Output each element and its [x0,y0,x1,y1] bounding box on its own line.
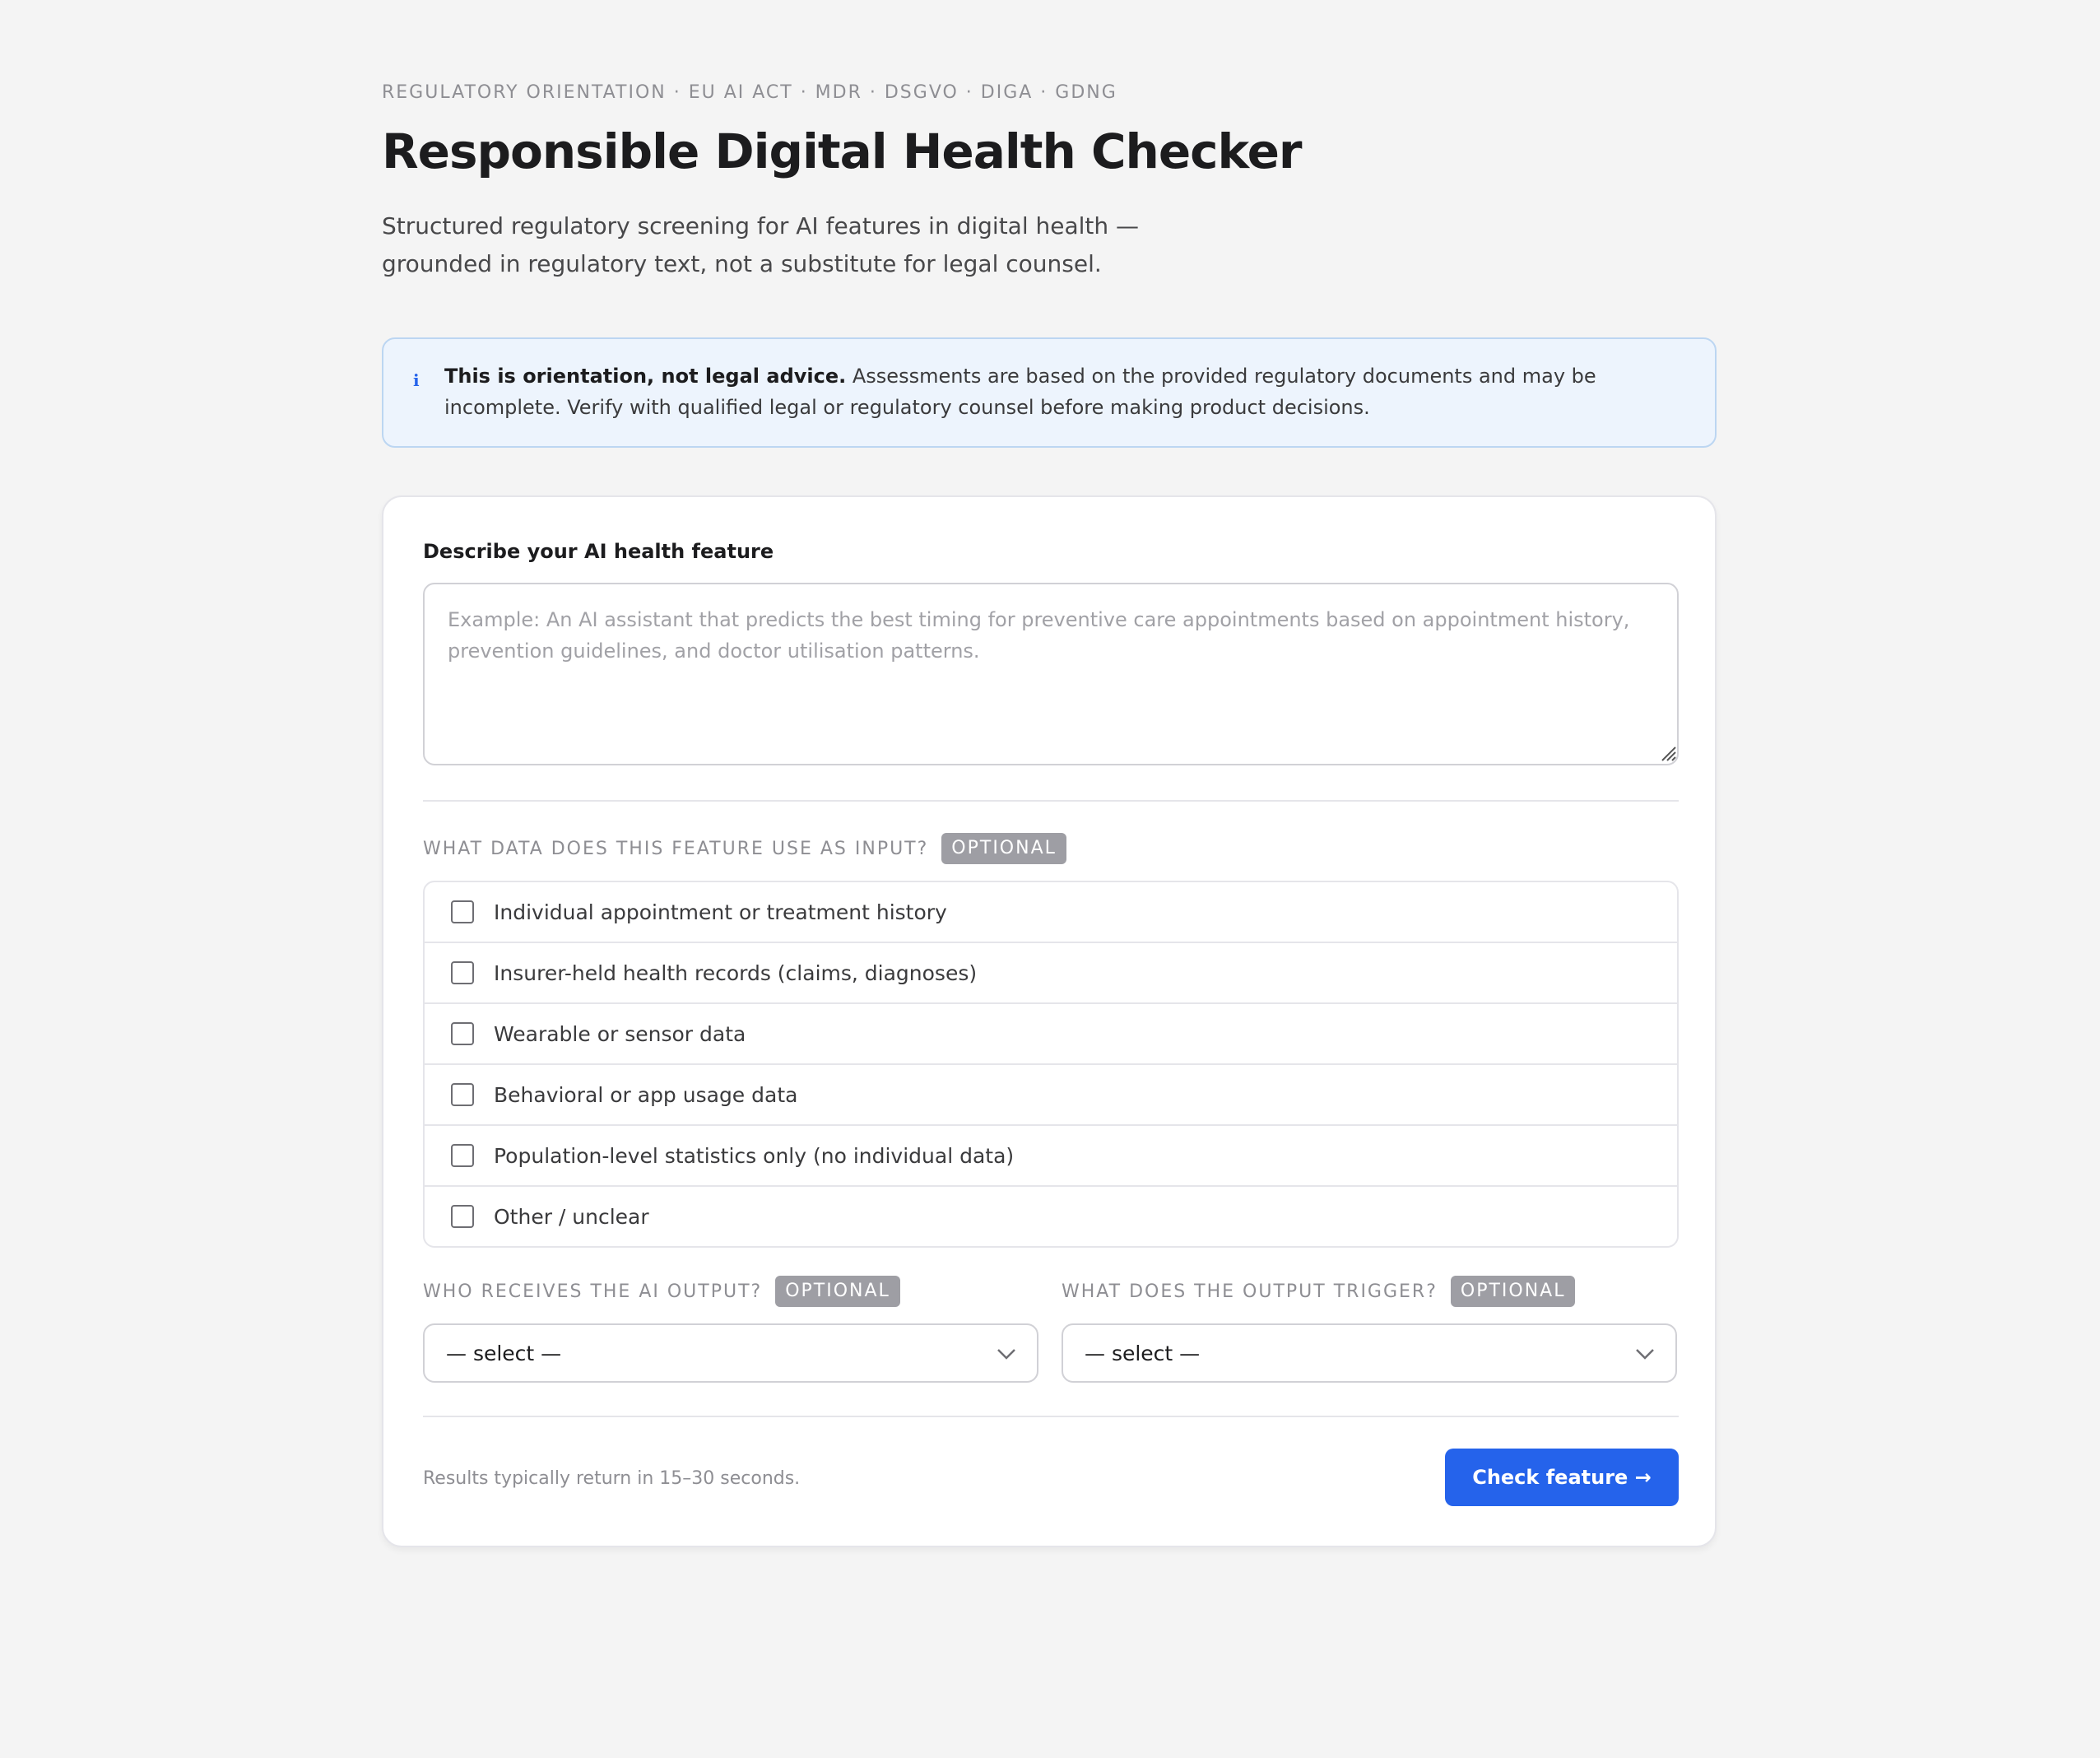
recipient-label: WHO RECEIVES THE AI OUTPUT? OPTIONAL [423,1276,900,1307]
chevron-down-icon [997,1349,1015,1360]
regulatory-eyebrow: REGULATORY ORIENTATION · EU AI ACT · MDR… [382,82,1117,103]
option-label: Wearable or sensor data [494,1021,746,1046]
trigger-select-value: — select — [1085,1341,1201,1365]
legal-notice: i This is orientation, not legal advice.… [382,337,1717,448]
option-behavioral-data[interactable]: Behavioral or app usage data [425,1063,1677,1124]
option-label: Behavioral or app usage data [494,1082,798,1107]
input-data-question: WHAT DATA DOES THIS FEATURE USE AS INPUT… [423,838,929,859]
chevron-down-icon [1636,1349,1654,1360]
checkbox[interactable] [451,1022,474,1045]
checkbox[interactable] [451,961,474,984]
info-icon: i [413,370,420,390]
page-title: Responsible Digital Health Checker [382,123,1303,179]
feature-form-card: Describe your AI health feature WHAT DAT… [382,495,1717,1547]
description-label: Describe your AI health feature [423,540,774,563]
optional-badge: OPTIONAL [941,833,1066,864]
check-feature-button[interactable]: Check feature → [1445,1449,1679,1506]
checkbox[interactable] [451,1083,474,1106]
checkbox[interactable] [451,1205,474,1228]
option-appointment-history[interactable]: Individual appointment or treatment hist… [425,882,1677,942]
divider [423,1416,1679,1417]
option-label: Insurer-held health records (claims, dia… [494,960,978,985]
trigger-question: WHAT DOES THE OUTPUT TRIGGER? [1062,1281,1438,1302]
input-data-label: WHAT DATA DOES THIS FEATURE USE AS INPUT… [423,833,1066,864]
trigger-label: WHAT DOES THE OUTPUT TRIGGER? OPTIONAL [1062,1276,1576,1307]
option-population-statistics[interactable]: Population-level statistics only (no ind… [425,1124,1677,1185]
recipient-question: WHO RECEIVES THE AI OUTPUT? [423,1281,763,1302]
optional-badge: OPTIONAL [1450,1276,1576,1307]
option-label: Individual appointment or treatment hist… [494,900,947,924]
recipient-select-value: — select — [446,1341,562,1365]
trigger-select[interactable]: — select — [1062,1323,1677,1383]
feature-description-textarea[interactable] [423,583,1679,765]
checkbox[interactable] [451,900,474,923]
resize-grip-icon[interactable] [1659,744,1677,762]
option-wearable-data[interactable]: Wearable or sensor data [425,1002,1677,1063]
option-label: Population-level statistics only (no ind… [494,1143,1015,1168]
response-time-note: Results typically return in 15–30 second… [423,1468,801,1489]
divider [423,800,1679,802]
notice-bold: This is orientation, not legal advice. [444,365,847,388]
option-other-unclear[interactable]: Other / unclear [425,1185,1677,1246]
notice-text: This is orientation, not legal advice. A… [444,360,1679,423]
option-label: Other / unclear [494,1204,649,1229]
page-subtitle: Structured regulatory screening for AI f… [382,212,1140,277]
input-data-options: Individual appointment or treatment hist… [423,881,1679,1248]
checkbox[interactable] [451,1144,474,1167]
option-insurer-records[interactable]: Insurer-held health records (claims, dia… [425,942,1677,1002]
optional-badge: OPTIONAL [775,1276,900,1307]
recipient-select[interactable]: — select — [423,1323,1038,1383]
